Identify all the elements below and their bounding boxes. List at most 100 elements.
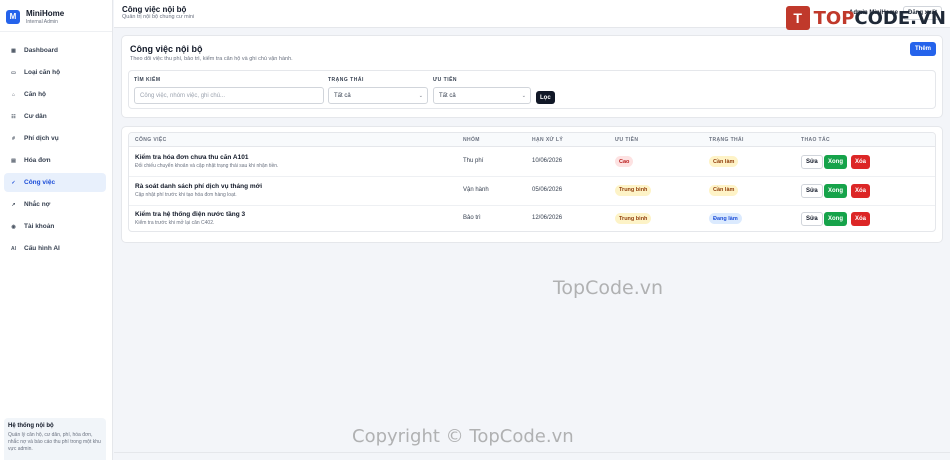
- chevron-down-icon: ⌄: [521, 93, 526, 99]
- sidebar-item-label: Hóa đơn: [24, 157, 51, 164]
- ai-config-icon: AI: [11, 245, 16, 252]
- sidebar-item-4[interactable]: # Phí dịch vụ: [4, 129, 106, 148]
- filter-bar: TÌM KIẾM Công việc, nhóm việc, ghi chú..…: [128, 70, 936, 109]
- brand[interactable]: M MiniHome Internal Admin: [0, 0, 112, 32]
- task-note: Kiểm tra trước khi mở lại căn C402.: [135, 220, 215, 226]
- priority-select[interactable]: Tất cả ⌄: [433, 87, 531, 104]
- sidebar-item-3[interactable]: ☷ Cư dân: [4, 107, 106, 126]
- sidebar-item-2[interactable]: ⌂ Căn hộ: [4, 85, 106, 104]
- system-info-title: Hệ thống nội bộ: [8, 423, 54, 429]
- sidebar-item-label: Công việc: [24, 179, 56, 186]
- column-header-actions: THAO TÁC: [801, 137, 831, 143]
- column-header-due: HẠN XỬ LÝ: [532, 137, 564, 143]
- topcode-watermark-logo: T TOPCODE.VN: [785, 6, 946, 30]
- table-row: Kiểm tra hệ thống điện nước tầng 3 Kiểm t…: [129, 205, 935, 231]
- watermark-center: TopCode.vn: [553, 277, 664, 299]
- table-header: CÔNG VIỆC NHÓM HẠN XỬ LÝ ƯU TIÊN TRẠNG T…: [129, 133, 935, 147]
- status-badge: Cần làm: [709, 156, 739, 167]
- reminder-icon: ↗: [11, 201, 16, 208]
- priority-badge: Trung bình: [615, 184, 652, 196]
- search-input[interactable]: Công việc, nhóm việc, ghi chú...: [134, 87, 324, 104]
- chevron-down-icon: ⌄: [418, 93, 423, 99]
- status-label: TRẠNG THÁI: [328, 77, 364, 83]
- status-select[interactable]: Tất cả ⌄: [328, 87, 428, 104]
- sidebar-item-label: Căn hộ: [24, 91, 47, 98]
- done-button[interactable]: Xong: [824, 183, 847, 198]
- filter-button[interactable]: Lọc: [536, 91, 555, 104]
- task-title: Kiểm tra hệ thống điện nước tầng 3: [135, 211, 246, 218]
- sidebar-nav: ▦ Dashboard ▭ Loại căn hộ ⌂ Căn hộ ☷ Cư dân # Phí…: [0, 32, 112, 258]
- panel-title: Công việc nội bộ: [130, 44, 203, 54]
- task-title: Rà soát danh sách phí dịch vụ tháng mới: [135, 182, 263, 190]
- task-due-date: 10/06/2026: [532, 158, 563, 164]
- status-badge: Đang làm: [709, 213, 742, 224]
- delete-button[interactable]: Xóa: [851, 155, 871, 169]
- task-note: Cập nhật phí trước khi tạo hóa đơn hàng …: [135, 191, 237, 198]
- column-header-task: CÔNG VIỆC: [135, 137, 167, 143]
- priority-badge: Cao: [615, 156, 634, 167]
- edit-button[interactable]: Sửa: [801, 183, 823, 198]
- invoice-icon: ▤: [11, 157, 16, 164]
- status-badge: Cần làm: [709, 184, 739, 196]
- account-icon: ◉: [11, 223, 16, 230]
- page-subtitle: Quản trị nội bộ chung cư mini: [122, 14, 195, 20]
- done-button[interactable]: Xong: [824, 212, 847, 226]
- sidebar-item-label: Cư dân: [24, 113, 47, 120]
- sidebar-item-label: Cấu hình AI: [24, 245, 60, 252]
- sidebar-item-label: Nhắc nợ: [24, 201, 51, 208]
- done-button[interactable]: Xong: [824, 155, 847, 169]
- sidebar-item-label: Tài khoản: [24, 223, 55, 230]
- task-group: Vận hành: [463, 186, 489, 193]
- fee-icon: #: [12, 135, 15, 142]
- task-group: Bảo trì: [463, 215, 481, 221]
- sidebar-item-5[interactable]: ▤ Hóa đơn: [4, 151, 106, 170]
- apartment-type-icon: ▭: [11, 69, 16, 76]
- brand-name: MiniHome: [26, 8, 65, 18]
- edit-button[interactable]: Sửa: [801, 212, 823, 226]
- sidebar-item-label: Loại căn hộ: [24, 69, 61, 76]
- sidebar-item-7[interactable]: ↗ Nhắc nợ: [4, 195, 106, 214]
- system-info-box: Hệ thống nội bộ Quản lý căn hộ, cư dân, …: [4, 418, 106, 460]
- residents-icon: ☷: [11, 113, 16, 120]
- tasks-table-card: CÔNG VIỆC NHÓM HẠN XỬ LÝ ƯU TIÊN TRẠNG T…: [121, 126, 943, 243]
- watermark-copyright: Copyright © TopCode.vn: [352, 426, 574, 447]
- priority-select-value: Tất cả: [439, 92, 456, 99]
- sidebar-item-label: Dashboard: [24, 47, 58, 54]
- system-info-description: Quản lý căn hộ, cư dân, phí, hóa đơn, nh…: [8, 432, 101, 452]
- panel-subtitle: Theo dõi việc thu phí, bảo trì, kiểm tra…: [130, 56, 293, 62]
- page-footer: [114, 452, 950, 460]
- delete-button[interactable]: Xóa: [851, 183, 871, 198]
- sidebar-item-0[interactable]: ▦ Dashboard: [4, 41, 106, 60]
- priority-label: ƯU TIÊN: [433, 77, 458, 83]
- add-task-button[interactable]: Thêm: [909, 42, 936, 56]
- brand-logo: M: [6, 9, 20, 24]
- sidebar-item-9[interactable]: AI Cấu hình AI: [4, 239, 106, 258]
- task-due-date: 05/06/2026: [532, 186, 563, 193]
- task-check-icon: ✓: [11, 179, 16, 186]
- column-header-priority: ƯU TIÊN: [615, 137, 639, 143]
- brand-subtitle: Internal Admin: [26, 18, 58, 25]
- task-due-date: 12/06/2026: [532, 215, 563, 221]
- task-title: Kiểm tra hóa đơn chưa thu căn A101: [135, 154, 249, 161]
- priority-badge: Trung bình: [615, 213, 652, 224]
- home-icon: ⌂: [11, 91, 16, 98]
- sidebar-item-6[interactable]: ✓ Công việc: [4, 173, 106, 192]
- topcode-logo-text: TOPCODE.VN: [813, 7, 946, 29]
- column-header-status: TRẠNG THÁI: [709, 137, 744, 143]
- sidebar-item-1[interactable]: ▭ Loại căn hộ: [4, 63, 106, 82]
- topcode-logo-icon: T: [785, 6, 810, 30]
- table-row: Kiểm tra hóa đơn chưa thu căn A101 Đối ch…: [129, 148, 935, 177]
- task-group: Thu phí: [463, 158, 484, 164]
- search-label: TÌM KIẾM: [134, 77, 161, 83]
- edit-button[interactable]: Sửa: [801, 155, 823, 169]
- sidebar: M MiniHome Internal Admin ▦ Dashboard ▭ Loạ…: [0, 0, 113, 460]
- column-header-group: NHÓM: [463, 137, 480, 143]
- dashboard-icon: ▦: [11, 47, 16, 54]
- page-title: Công việc nội bộ: [122, 5, 187, 14]
- delete-button[interactable]: Xóa: [851, 212, 871, 226]
- table-row: Rà soát danh sách phí dịch vụ tháng mới C…: [129, 177, 935, 206]
- tasks-filter-card: Công việc nội bộ Theo dõi việc thu phí, …: [121, 35, 943, 118]
- tasks-table: CÔNG VIỆC NHÓM HẠN XỬ LÝ ƯU TIÊN TRẠNG T…: [128, 132, 936, 232]
- status-select-value: Tất cả: [334, 92, 351, 99]
- sidebar-item-8[interactable]: ◉ Tài khoản: [4, 217, 106, 236]
